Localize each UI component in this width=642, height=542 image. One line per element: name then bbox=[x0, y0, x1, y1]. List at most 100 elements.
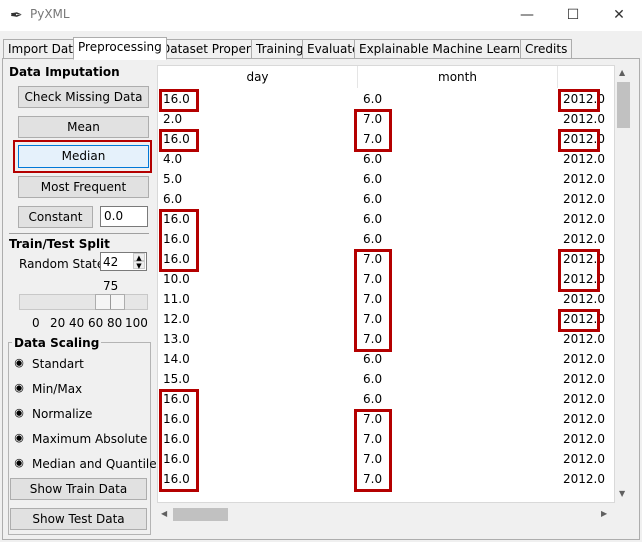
table-cell: 6.0 bbox=[363, 152, 383, 166]
scroll-right-icon[interactable]: ▶ bbox=[601, 509, 607, 518]
random-state-spinbox[interactable]: 42 ▲ ▼ bbox=[100, 252, 147, 271]
table-cell: 2012.0 bbox=[563, 432, 605, 446]
slider-tick-80: 80 bbox=[107, 316, 123, 330]
table-cell: 2012.0 bbox=[563, 152, 605, 166]
table-cell: 2012.0 bbox=[563, 112, 605, 126]
feather-icon: ✒ bbox=[10, 6, 23, 24]
random-state-value: 42 bbox=[103, 255, 119, 269]
table-cell: 2012.0 bbox=[563, 472, 605, 486]
scroll-down-icon[interactable]: ▼ bbox=[619, 489, 625, 498]
radio-standart-icon[interactable]: ◉ bbox=[13, 357, 25, 369]
table-cell: 2012.0 bbox=[563, 192, 605, 206]
random-state-label: Random State: bbox=[19, 257, 109, 271]
table-cell: 6.0 bbox=[363, 372, 383, 386]
table-cell: 2012.0 bbox=[563, 352, 605, 366]
table-cell: 2012.0 bbox=[563, 232, 605, 246]
data-scaling-header: Data Scaling bbox=[12, 336, 102, 350]
median-button[interactable]: Median bbox=[18, 145, 149, 168]
radio-max-absolute-label[interactable]: Maximum Absolute bbox=[32, 432, 147, 446]
radio-standart-label[interactable]: Standart bbox=[32, 357, 84, 371]
radio-minmax-icon[interactable]: ◉ bbox=[13, 382, 25, 394]
table-cell: 2.0 bbox=[163, 112, 183, 126]
table-cell: 2012.0 bbox=[563, 372, 605, 386]
highlight-box bbox=[558, 309, 600, 332]
tab-explainable-ml[interactable]: Explainable Machine Learning bbox=[354, 39, 544, 59]
spin-up-icon[interactable]: ▲ bbox=[133, 253, 145, 262]
table-cell: 6.0 bbox=[163, 192, 183, 206]
table-cell: 15.0 bbox=[163, 372, 190, 386]
vertical-scroll-thumb[interactable] bbox=[617, 82, 630, 128]
table-cell: 13.0 bbox=[163, 332, 190, 346]
slider-grip bbox=[110, 295, 111, 309]
highlight-box bbox=[558, 89, 600, 112]
train-test-split-header: Train/Test Split bbox=[9, 237, 110, 251]
table-cell: 6.0 bbox=[363, 172, 383, 186]
radio-median-quantile-label[interactable]: Median and Quantile bbox=[32, 457, 157, 471]
highlight-box bbox=[159, 129, 199, 152]
radio-normalize-icon[interactable]: ◉ bbox=[13, 407, 25, 419]
table-cell: 14.0 bbox=[163, 352, 190, 366]
table-cell: 2012.0 bbox=[563, 292, 605, 306]
table-cell: 2012.0 bbox=[563, 392, 605, 406]
table-cell: 2012.0 bbox=[563, 332, 605, 346]
highlight-box bbox=[354, 409, 392, 492]
highlight-box bbox=[558, 129, 600, 152]
title-bar: ✒ PyXML — ☐ ✕ bbox=[0, 0, 642, 31]
slider-tick-60: 60 bbox=[88, 316, 104, 330]
table-cell: 6.0 bbox=[363, 212, 383, 226]
highlight-box bbox=[354, 249, 392, 352]
scroll-left-icon[interactable]: ◀ bbox=[161, 509, 167, 518]
constant-value-input[interactable]: 0.0 bbox=[100, 206, 148, 227]
minimize-button[interactable]: — bbox=[504, 0, 550, 31]
column-header-day[interactable]: day bbox=[158, 66, 358, 88]
scroll-up-icon[interactable]: ▲ bbox=[619, 68, 625, 77]
vertical-scrollbar[interactable]: ▲ ▼ bbox=[615, 65, 632, 503]
table-cell: 11.0 bbox=[163, 292, 190, 306]
horizontal-scroll-thumb[interactable] bbox=[173, 508, 228, 521]
close-button[interactable]: ✕ bbox=[596, 0, 642, 31]
tab-credits[interactable]: Credits bbox=[520, 39, 573, 59]
table-cell: 10.0 bbox=[163, 272, 190, 286]
radio-normalize-label[interactable]: Normalize bbox=[32, 407, 92, 421]
column-header-month[interactable]: month bbox=[358, 66, 558, 88]
check-missing-data-button[interactable]: Check Missing Data bbox=[18, 86, 149, 108]
table-body: 16.0 6.0 2012.0 2.0 7.0 2012.0 16.0 7.0 2012.0 4.… bbox=[158, 89, 614, 502]
table-cell: 2012.0 bbox=[563, 412, 605, 426]
column-header-year[interactable] bbox=[558, 66, 614, 88]
show-train-data-button[interactable]: Show Train Data bbox=[10, 478, 147, 500]
highlight-box bbox=[159, 209, 199, 272]
constant-button[interactable]: Constant bbox=[18, 206, 93, 228]
table-cell: 4.0 bbox=[163, 152, 183, 166]
highlight-box bbox=[558, 249, 600, 292]
table-cell: 5.0 bbox=[163, 172, 183, 186]
radio-minmax-label[interactable]: Min/Max bbox=[32, 382, 82, 396]
separator bbox=[9, 233, 149, 234]
highlight-box bbox=[354, 109, 392, 152]
mean-button[interactable]: Mean bbox=[18, 116, 149, 138]
spin-down-icon[interactable]: ▼ bbox=[133, 261, 145, 270]
horizontal-scrollbar[interactable]: ◀ ▶ bbox=[157, 503, 615, 528]
table-cell: 2012.0 bbox=[563, 452, 605, 466]
split-slider-handle[interactable] bbox=[95, 294, 125, 310]
highlight-box bbox=[159, 389, 199, 492]
table-cell: 12.0 bbox=[163, 312, 190, 326]
window-title: PyXML bbox=[30, 7, 70, 21]
radio-median-quantile-icon[interactable]: ◉ bbox=[13, 457, 25, 469]
slider-tick-100: 100 bbox=[125, 316, 148, 330]
table-cell: 6.0 bbox=[363, 92, 383, 106]
highlight-box bbox=[159, 89, 199, 112]
data-table[interactable]: day month 16.0 6.0 2012.0 2.0 7.0 2012.0 16.0 7… bbox=[157, 65, 615, 503]
radio-max-absolute-icon[interactable]: ◉ bbox=[13, 432, 25, 444]
show-test-data-button[interactable]: Show Test Data bbox=[10, 508, 147, 530]
table-cell: 6.0 bbox=[363, 232, 383, 246]
data-imputation-header: Data Imputation bbox=[9, 65, 120, 79]
table-cell: 6.0 bbox=[363, 392, 383, 406]
maximize-button[interactable]: ☐ bbox=[550, 0, 596, 31]
slider-tick-0: 0 bbox=[32, 316, 40, 330]
table-cell: 2012.0 bbox=[563, 212, 605, 226]
tab-training[interactable]: Training bbox=[251, 39, 309, 59]
tab-preprocessing[interactable]: Preprocessing bbox=[73, 37, 167, 60]
slider-tick-40: 40 bbox=[69, 316, 85, 330]
split-slider-track[interactable] bbox=[19, 294, 148, 310]
most-frequent-button[interactable]: Most Frequent bbox=[18, 176, 149, 198]
